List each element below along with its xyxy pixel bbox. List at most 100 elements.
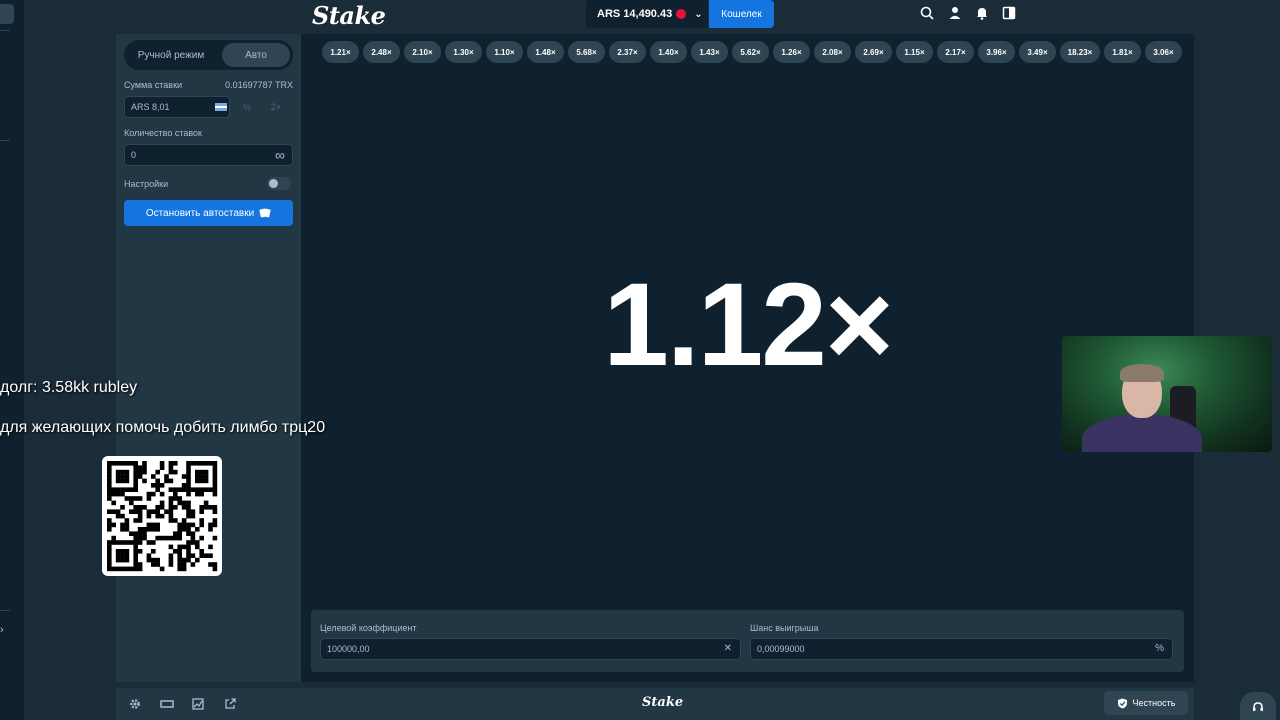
qr-module (111, 540, 116, 545)
history-chip[interactable]: 2.10× (404, 41, 441, 63)
qr-module (133, 549, 138, 554)
stop-autobet-button[interactable]: Остановить автоставки (124, 200, 293, 226)
tab-manual[interactable]: Ручной режим (127, 43, 215, 67)
qr-module (186, 557, 191, 563)
history-chip[interactable]: 1.21× (322, 41, 359, 63)
history-chip[interactable]: 1.48× (527, 41, 564, 63)
history-chip[interactable]: 5.62× (732, 41, 769, 63)
win-chance-input[interactable]: 0,00099000 % (750, 638, 1173, 660)
qr-module (133, 509, 138, 514)
fairness-button[interactable]: Честность (1104, 691, 1188, 715)
qr-module (120, 553, 125, 558)
qr-module (173, 505, 178, 510)
qr-module (186, 474, 191, 479)
history-chip[interactable]: 1.43× (691, 41, 728, 63)
qr-module (186, 469, 191, 475)
history-chip[interactable]: 1.30× (445, 41, 482, 63)
qr-module (199, 487, 204, 492)
history-chip[interactable]: 1.40× (650, 41, 687, 63)
history-chip[interactable]: 2.08× (814, 41, 851, 63)
qr-module (107, 562, 112, 567)
qr-module (199, 474, 204, 479)
qr-module (124, 496, 130, 501)
target-multiplier-input[interactable]: 100000,00 ✕ (320, 638, 741, 660)
sidebar-toggle-tab[interactable] (0, 4, 14, 24)
qr-module (186, 461, 191, 466)
chevron-right-icon[interactable]: › (0, 624, 4, 636)
history-chip[interactable]: 2.17× (937, 41, 974, 63)
stop-autobet-label: Остановить автоставки (145, 207, 255, 219)
half-bet-button[interactable]: ½ (233, 96, 261, 118)
wallet-button[interactable]: Кошелек (709, 0, 774, 28)
qr-module (177, 496, 182, 501)
history-chip[interactable]: 18.23× (1060, 41, 1100, 63)
user-icon[interactable] (948, 6, 964, 22)
bet-amount-crypto: 0.01697787 TRX (225, 80, 293, 90)
qr-module (107, 553, 112, 558)
stake-logo[interactable]: Stake (312, 1, 386, 30)
history-chip[interactable]: 1.26× (773, 41, 810, 63)
history-chip[interactable]: 3.06× (1145, 41, 1182, 63)
double-bet-button[interactable]: 2× (262, 96, 290, 118)
qr-module (164, 474, 169, 479)
history-chip[interactable]: 1.81× (1104, 41, 1141, 63)
gear-icon[interactable] (129, 697, 143, 711)
qr-module (186, 487, 191, 492)
qr-module (129, 496, 134, 501)
history-chip[interactable]: 1.15× (896, 41, 933, 63)
tab-auto[interactable]: Авто (222, 43, 290, 67)
qr-module (142, 527, 147, 532)
close-icon[interactable]: ✕ (724, 643, 732, 654)
balance-selector[interactable]: ARS 14,490.43 ⌄ (586, 0, 708, 28)
qr-module (186, 491, 191, 497)
support-button[interactable] (1240, 692, 1276, 720)
qr-module (173, 496, 178, 501)
history-chip[interactable]: 3.49× (1019, 41, 1056, 63)
history-chip[interactable]: 2.69× (855, 41, 892, 63)
bet-amount-input[interactable]: ARS 8,01 (124, 96, 230, 118)
qr-module (212, 509, 218, 514)
qr-module (107, 483, 112, 488)
qr-module (168, 535, 174, 541)
qr-module (173, 461, 178, 466)
qr-module (186, 522, 191, 528)
history-chip[interactable]: 2.48× (363, 41, 400, 63)
qr-module (186, 531, 191, 536)
history-chip[interactable]: 3.96× (978, 41, 1015, 63)
qr-module (177, 566, 182, 572)
qr-module (124, 540, 130, 545)
target-panel: Целевой коэффициент 100000,00 ✕ Шанс выи… (311, 610, 1184, 672)
qr-module (212, 478, 218, 484)
num-bets-input[interactable]: 0 ∞ (124, 144, 293, 166)
qr-module (115, 557, 121, 563)
qr-module (137, 531, 143, 536)
qr-module (133, 469, 138, 475)
qr-module (177, 487, 182, 492)
popout-icon[interactable] (224, 697, 238, 711)
num-bets-value: 0 (131, 150, 137, 160)
theatre-mode-icon[interactable] (160, 697, 174, 711)
qr-module (181, 527, 187, 532)
infinity-icon[interactable]: ∞ (275, 147, 285, 163)
qr-module (195, 474, 200, 479)
qr-module (199, 549, 204, 554)
qr-module (195, 487, 200, 492)
qr-module (186, 505, 191, 510)
search-icon[interactable] (920, 6, 936, 22)
history-chip[interactable]: 2.37× (609, 41, 646, 63)
qr-module (151, 522, 156, 528)
qr-code-image (107, 461, 218, 572)
bell-icon[interactable] (975, 6, 991, 22)
history-chip[interactable]: 1.10× (486, 41, 523, 63)
divider (0, 610, 10, 611)
stats-icon[interactable] (192, 697, 206, 711)
history-chip[interactable]: 5.68× (568, 41, 605, 63)
qr-module (107, 461, 112, 466)
qr-module (177, 531, 182, 536)
qr-module (120, 566, 125, 572)
qr-module (120, 478, 125, 484)
qr-module (190, 553, 196, 558)
fairness-label: Честность (1132, 698, 1176, 708)
sidebar-panel-icon[interactable] (1002, 6, 1018, 22)
settings-toggle[interactable] (267, 177, 291, 190)
